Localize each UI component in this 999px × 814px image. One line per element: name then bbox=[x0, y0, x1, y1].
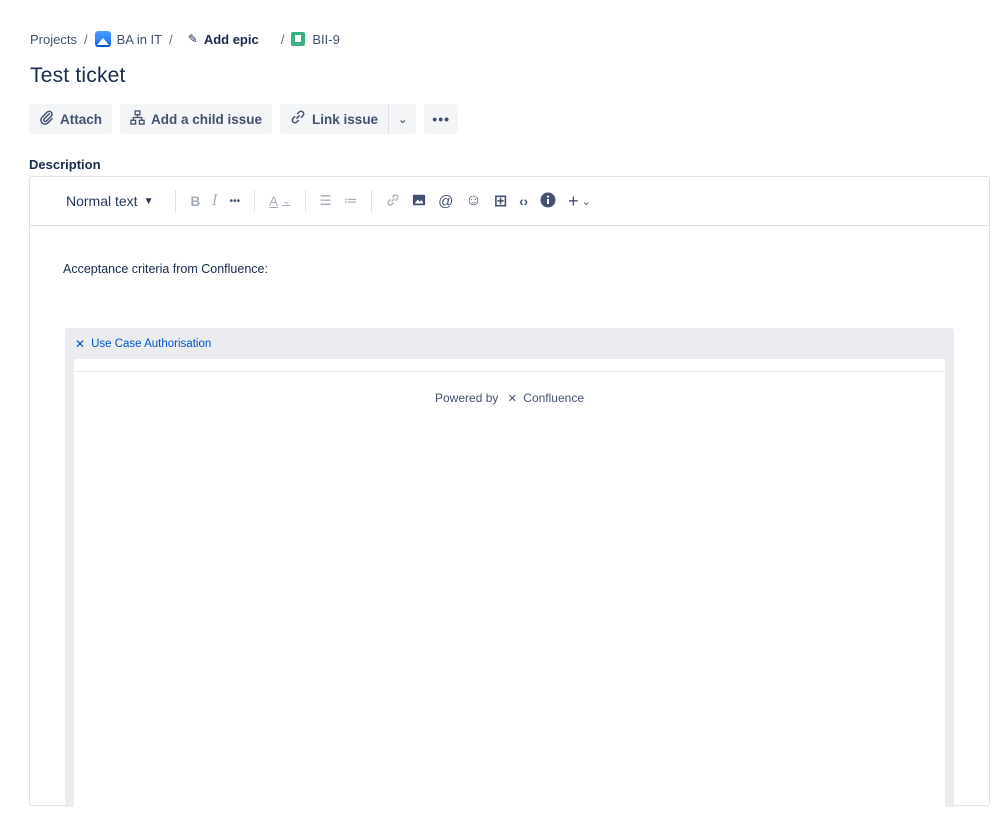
issue-actions: Attach Add a child issue Link issue ⌄ ••… bbox=[29, 104, 466, 134]
chevron-down-icon: ⌄ bbox=[398, 113, 408, 126]
table-icon: ⊞ bbox=[493, 193, 508, 210]
bullet-list-icon: ☰ bbox=[319, 193, 332, 208]
story-icon bbox=[291, 32, 306, 46]
text-color-icon: A bbox=[269, 193, 279, 209]
confluence-icon: ✕ bbox=[507, 393, 517, 405]
insert-button[interactable]: + ⌄ bbox=[568, 189, 591, 213]
mention-icon: @ bbox=[438, 192, 454, 210]
confluence-product-label[interactable]: Confluence bbox=[523, 391, 584, 405]
project-avatar-icon bbox=[94, 31, 111, 47]
paperclip-icon bbox=[39, 110, 54, 129]
table-button[interactable]: ⊞ bbox=[494, 189, 507, 213]
pencil-icon: ✎ bbox=[187, 32, 198, 46]
chevron-down-icon: ⌄ bbox=[282, 195, 291, 207]
toolbar-divider bbox=[175, 190, 177, 212]
breadcrumb-projects[interactable]: Projects bbox=[30, 32, 77, 47]
confluence-icon: ✕ bbox=[75, 336, 86, 351]
bullet-list-button[interactable]: ☰ bbox=[320, 189, 332, 213]
confluence-page-link[interactable]: ✕ Use Case Authorisation bbox=[65, 328, 954, 359]
confluence-page-title: Use Case Authorisation bbox=[91, 337, 212, 350]
numbered-list-button[interactable]: ≔ bbox=[344, 189, 358, 213]
breadcrumb-project[interactable]: BA in IT bbox=[94, 31, 163, 47]
link-issue-dropdown[interactable]: ⌄ bbox=[388, 104, 417, 134]
hierarchy-icon bbox=[130, 109, 145, 129]
breadcrumb-separator: / bbox=[83, 31, 88, 47]
code-icon: ‹› bbox=[519, 193, 529, 209]
toolbar-divider bbox=[304, 190, 306, 212]
bold-button[interactable]: B bbox=[190, 189, 200, 213]
more-icon: ••• bbox=[432, 111, 451, 127]
add-epic-label: Add epic bbox=[203, 31, 259, 47]
link-icon bbox=[386, 193, 400, 210]
description-paragraph: Acceptance criteria from Confluence: bbox=[63, 262, 268, 276]
link-issue-label: Link issue bbox=[312, 111, 379, 127]
breadcrumb-separator: / bbox=[169, 31, 173, 47]
more-icon: ••• bbox=[229, 195, 241, 207]
add-epic-button[interactable]: ✎ Add epic bbox=[188, 32, 259, 47]
breadcrumb-project-label: BA in IT bbox=[116, 31, 163, 47]
text-color-button[interactable]: A ⌄ bbox=[269, 189, 290, 213]
emoji-icon: ☺ bbox=[465, 192, 482, 209]
frame-divider bbox=[74, 371, 945, 372]
description-editor: Normal text ▼ B I ••• A ⌄ ☰ ≔ @ ☺ ⊞ ‹› +… bbox=[29, 176, 990, 807]
more-formatting-button[interactable]: ••• bbox=[230, 189, 241, 213]
link-issue-button[interactable]: Link issue bbox=[280, 104, 389, 134]
editor-toolbar: Normal text ▼ B I ••• A ⌄ ☰ ≔ @ ☺ ⊞ ‹› +… bbox=[30, 177, 989, 226]
text-style-dropdown[interactable]: Normal text ▼ bbox=[66, 189, 153, 213]
powered-by-label: Powered by bbox=[435, 391, 499, 405]
link-issue-group: Link issue ⌄ bbox=[280, 104, 417, 134]
emoji-button[interactable]: ☺ bbox=[465, 189, 481, 213]
powered-by: Powered by ✕ Confluence bbox=[74, 391, 945, 405]
issue-title[interactable]: Test ticket bbox=[30, 64, 126, 88]
add-child-issue-button[interactable]: Add a child issue bbox=[120, 104, 273, 134]
plus-icon: + bbox=[568, 190, 579, 211]
chevron-down-icon: ⌄ bbox=[581, 195, 591, 208]
italic-icon: I bbox=[212, 193, 218, 209]
breadcrumb-issue-key[interactable]: BII-9 bbox=[291, 31, 340, 47]
toolbar-divider bbox=[371, 190, 373, 212]
text-style-label: Normal text bbox=[66, 193, 138, 209]
more-actions-button[interactable]: ••• bbox=[424, 104, 459, 134]
toolbar-divider bbox=[254, 190, 256, 212]
confluence-embed: ✕ Use Case Authorisation Powered by ✕ Co… bbox=[65, 328, 954, 807]
italic-button[interactable]: I bbox=[212, 189, 217, 213]
attach-button[interactable]: Attach bbox=[29, 104, 113, 134]
issue-key-label: BII-9 bbox=[312, 31, 340, 47]
link-icon bbox=[290, 109, 306, 129]
mention-button[interactable]: @ bbox=[438, 189, 453, 213]
code-button[interactable]: ‹› bbox=[519, 189, 528, 213]
numbered-list-icon: ≔ bbox=[343, 193, 358, 208]
bold-icon: B bbox=[190, 193, 201, 209]
breadcrumb: Projects / BA in IT / ✎ Add epic / BII-9 bbox=[30, 29, 340, 49]
breadcrumb-separator: / bbox=[280, 31, 285, 47]
image-icon bbox=[412, 193, 426, 210]
link-button[interactable] bbox=[386, 189, 400, 213]
attach-label: Attach bbox=[60, 111, 103, 127]
info-panel-button[interactable] bbox=[540, 189, 556, 213]
confluence-frame: Powered by ✕ Confluence bbox=[74, 359, 945, 807]
chevron-down-icon: ▼ bbox=[143, 195, 154, 207]
info-icon bbox=[540, 192, 556, 211]
add-child-issue-label: Add a child issue bbox=[151, 111, 263, 127]
image-button[interactable] bbox=[412, 189, 426, 213]
editor-content[interactable]: Acceptance criteria from Confluence: bbox=[30, 226, 989, 276]
description-label: Description bbox=[29, 157, 101, 172]
